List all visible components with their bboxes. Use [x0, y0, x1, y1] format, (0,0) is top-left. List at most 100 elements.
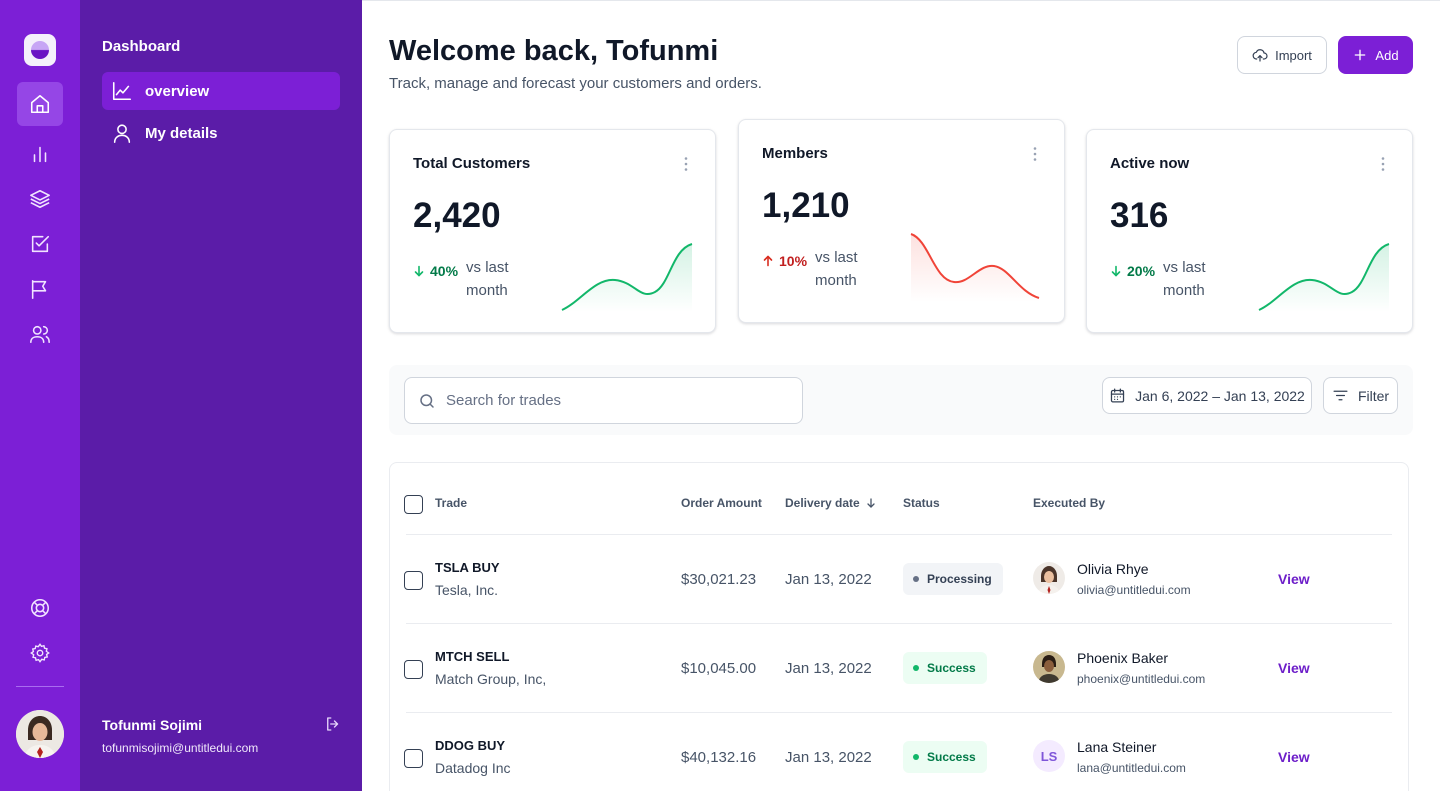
stat-trend: 40% vs last month — [413, 256, 536, 302]
search-icon — [420, 393, 434, 408]
avatar-initials: LS — [1033, 740, 1065, 772]
avatar — [1033, 562, 1065, 594]
layers-icon[interactable] — [17, 177, 63, 221]
stat-card-members: Members 1,210 10% vs last month — [738, 119, 1065, 323]
upload-cloud-icon — [1252, 49, 1268, 62]
status-label: Success — [927, 661, 976, 675]
stat-value: 2,420 — [413, 196, 501, 235]
executor-email: olivia@untitledui.com — [1077, 583, 1191, 597]
trade-company: Match Group, Inc, — [435, 671, 547, 687]
user-email: tofunmisojimi@untitledui.com — [102, 741, 259, 755]
user-name: Tofunmi Sojimi — [102, 717, 203, 733]
search-field[interactable] — [404, 377, 803, 424]
arrow-down-icon — [414, 265, 424, 277]
column-header-delivery-date[interactable]: Delivery date — [785, 496, 876, 510]
status-badge: Success — [903, 741, 987, 773]
stat-change: 40% — [430, 263, 459, 279]
search-input[interactable] — [446, 392, 786, 409]
arrow-down-icon — [1111, 265, 1121, 277]
row-checkbox[interactable] — [404, 749, 423, 768]
date-range-label: Jan 6, 2022 – Jan 13, 2022 — [1135, 387, 1305, 404]
executor-email: phoenix@untitledui.com — [1077, 672, 1206, 686]
executor-name: Lana Steiner — [1077, 739, 1157, 755]
more-vertical-icon[interactable] — [1032, 146, 1038, 162]
add-button[interactable]: Add — [1338, 36, 1413, 74]
stat-title: Active now — [1110, 155, 1190, 172]
status-dot — [913, 576, 919, 582]
bar-chart-icon[interactable] — [17, 132, 63, 176]
order-amount: $10,045.00 — [681, 660, 757, 677]
sparkline-chart — [561, 243, 693, 312]
calendar-icon — [1110, 388, 1125, 403]
flag-icon[interactable] — [17, 267, 63, 311]
stat-value: 1,210 — [762, 186, 850, 225]
import-button[interactable]: Import — [1237, 36, 1327, 74]
nav-item-label: overview — [145, 82, 210, 100]
stat-change: 10% — [779, 253, 808, 269]
column-header-status[interactable]: Status — [903, 496, 940, 510]
order-amount: $40,132.16 — [681, 749, 757, 766]
status-badge: Processing — [903, 563, 1003, 595]
import-label: Import — [1275, 47, 1312, 63]
order-amount: $30,021.23 — [681, 571, 757, 588]
line-chart-icon — [112, 81, 132, 101]
filter-label: Filter — [1357, 387, 1390, 404]
table-row: MTCH SELL Match Group, Inc, $10,045.00 J… — [390, 624, 1410, 713]
arrow-down-sort-icon — [867, 498, 875, 508]
table-row: DDOG BUY Datadog Inc $40,132.16 Jan 13, … — [390, 713, 1410, 791]
sparkline-chart — [1258, 243, 1390, 312]
check-square-icon[interactable] — [17, 222, 63, 266]
logo-icon[interactable] — [24, 34, 56, 66]
status-dot — [913, 754, 919, 760]
logout-icon[interactable] — [324, 715, 342, 733]
home-icon[interactable] — [17, 82, 63, 126]
view-link[interactable]: View — [1278, 660, 1310, 676]
trade-name: MTCH SELL — [435, 649, 510, 664]
select-all-checkbox[interactable] — [404, 495, 423, 514]
settings-icon[interactable] — [17, 631, 63, 675]
users-icon[interactable] — [17, 312, 63, 356]
nav-item-my-details[interactable]: My details — [102, 114, 340, 152]
trade-company: Datadog Inc — [435, 760, 511, 776]
page-subtitle: Track, manage and forecast your customer… — [389, 75, 762, 92]
secondary-nav: Dashboard overview My details Tofunmi So… — [80, 0, 362, 791]
stat-compare: vs last month — [466, 259, 509, 299]
avatar — [1033, 651, 1065, 683]
sparkline-chart — [910, 233, 1040, 302]
more-vertical-icon[interactable] — [1380, 156, 1386, 172]
trade-name: TSLA BUY — [435, 560, 500, 575]
avatar[interactable] — [16, 710, 64, 758]
stat-value: 316 — [1110, 196, 1169, 235]
row-checkbox[interactable] — [404, 660, 423, 679]
view-link[interactable]: View — [1278, 571, 1310, 587]
delivery-date: Jan 13, 2022 — [785, 660, 872, 677]
filter-button[interactable]: Filter — [1323, 377, 1398, 414]
filter-lines-icon — [1333, 390, 1348, 401]
life-buoy-icon[interactable] — [17, 586, 63, 630]
page-title: Welcome back, Tofunmi — [389, 35, 719, 67]
nav-item-overview[interactable]: overview — [102, 72, 340, 110]
row-checkbox[interactable] — [404, 571, 423, 590]
plus-icon — [1355, 49, 1366, 61]
date-range-picker[interactable]: Jan 6, 2022 – Jan 13, 2022 — [1102, 377, 1312, 414]
status-badge: Success — [903, 652, 987, 684]
icon-rail — [0, 0, 80, 791]
stat-card-total-customers: Total Customers 2,420 40% vs last month — [389, 129, 716, 333]
column-header-label: Delivery date — [785, 496, 860, 510]
column-header-order-amount[interactable]: Order Amount — [681, 496, 762, 510]
view-link[interactable]: View — [1278, 749, 1310, 765]
filter-bar: Jan 6, 2022 – Jan 13, 2022 Filter — [389, 365, 1413, 435]
delivery-date: Jan 13, 2022 — [785, 571, 872, 588]
nav-section-title: Dashboard — [102, 38, 181, 55]
delivery-date: Jan 13, 2022 — [785, 749, 872, 766]
status-label: Success — [927, 750, 976, 764]
more-vertical-icon[interactable] — [683, 156, 689, 172]
stat-title: Members — [762, 145, 828, 162]
column-header-executed-by[interactable]: Executed By — [1033, 496, 1105, 510]
executor-name: Olivia Rhye — [1077, 561, 1149, 577]
stat-trend: 20% vs last month — [1110, 256, 1233, 302]
executor-email: lana@untitledui.com — [1077, 761, 1186, 775]
stat-compare: vs last month — [1163, 259, 1206, 299]
column-header-trade[interactable]: Trade — [435, 496, 467, 510]
trade-name: DDOG BUY — [435, 738, 506, 753]
